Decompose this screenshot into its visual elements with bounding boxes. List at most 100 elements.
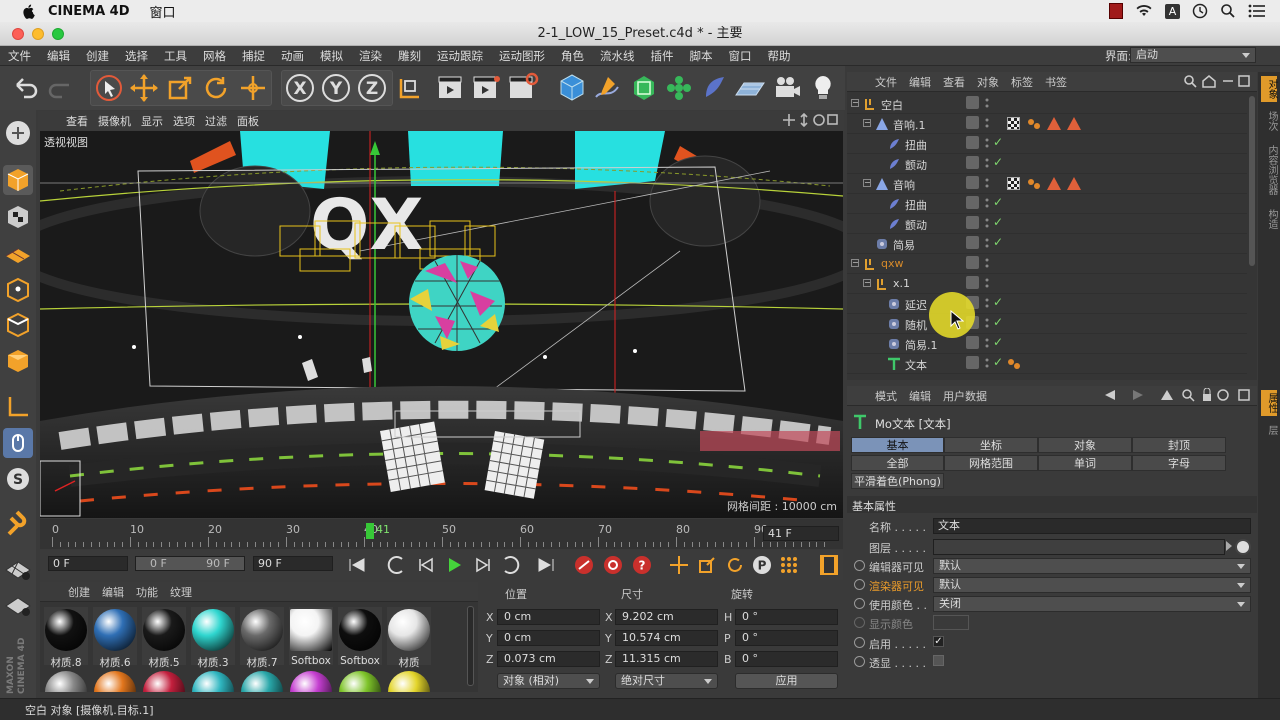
snap-icon[interactable]: S bbox=[3, 464, 33, 494]
visibility-dots-icon[interactable] bbox=[985, 237, 989, 249]
viewport-menu-options[interactable]: 选项 bbox=[173, 113, 195, 129]
object-tree-scrollbar[interactable] bbox=[1249, 96, 1255, 266]
rotate-tool-icon[interactable] bbox=[199, 71, 233, 105]
layer-color-icon[interactable] bbox=[966, 96, 979, 109]
c4d-status-icon[interactable] bbox=[1109, 3, 1123, 19]
layer-field[interactable] bbox=[933, 539, 1225, 555]
x-axis-lock-icon[interactable]: X bbox=[283, 71, 317, 105]
material-swatch[interactable]: 材质.7 bbox=[240, 607, 284, 669]
undo-icon[interactable] bbox=[9, 71, 43, 105]
enabled-check-icon[interactable]: ✓ bbox=[993, 295, 1003, 309]
apple-icon[interactable] bbox=[20, 3, 38, 19]
rotation-p-field[interactable]: 0 ° bbox=[735, 630, 838, 646]
position-x-field[interactable]: 0 cm bbox=[497, 609, 600, 625]
layer-color-icon[interactable] bbox=[966, 356, 979, 369]
material-swatch[interactable]: Softbox bbox=[338, 607, 382, 667]
tab-all[interactable]: 全部 bbox=[851, 455, 944, 471]
material-menu-create[interactable]: 创建 bbox=[68, 584, 90, 600]
selection-tag-icon[interactable] bbox=[1027, 178, 1041, 190]
layer-color-icon[interactable] bbox=[966, 176, 979, 189]
layer-color-icon[interactable] bbox=[966, 196, 979, 209]
material-menu-edit[interactable]: 编辑 bbox=[102, 584, 124, 600]
phong-tag-icon[interactable] bbox=[1067, 177, 1081, 190]
layer-color-icon[interactable] bbox=[966, 256, 979, 269]
menu-mesh[interactable]: 网格 bbox=[195, 48, 234, 64]
expand-toggle-icon[interactable]: − bbox=[851, 99, 859, 107]
material-swatch[interactable]: 材质.6 bbox=[93, 607, 137, 669]
redo-icon[interactable] bbox=[43, 71, 77, 105]
edges-mode-icon[interactable] bbox=[3, 310, 33, 340]
texture-tag-icon[interactable] bbox=[1007, 117, 1020, 130]
camera-icon[interactable] bbox=[770, 71, 804, 105]
render-view-icon[interactable] bbox=[435, 71, 469, 105]
enabled-check-icon[interactable]: ✓ bbox=[993, 135, 1003, 149]
apply-button[interactable]: 应用 bbox=[735, 673, 838, 689]
object-row[interactable]: 随机 ✓ bbox=[847, 314, 1247, 334]
layer-color-icon[interactable] bbox=[966, 116, 979, 129]
xray-checkbox[interactable] bbox=[933, 655, 944, 666]
objects-menu-bookmarks[interactable]: 书签 bbox=[1045, 74, 1067, 90]
select-tool-icon[interactable] bbox=[92, 71, 126, 105]
go-to-end-icon[interactable] bbox=[534, 555, 558, 575]
name-field[interactable]: 文本 bbox=[933, 518, 1251, 534]
editor-visible-dropdown[interactable]: 默认 bbox=[933, 558, 1251, 574]
visibility-dots-icon[interactable] bbox=[985, 217, 989, 229]
object-row[interactable]: 简易.1 ✓ bbox=[847, 334, 1247, 354]
next-frame-icon[interactable] bbox=[470, 555, 494, 575]
object-name[interactable]: 扭曲 bbox=[905, 137, 927, 153]
autokey-icon[interactable] bbox=[602, 554, 624, 576]
menu-file[interactable]: 文件 bbox=[0, 48, 39, 64]
menu-simulate[interactable]: 模拟 bbox=[312, 48, 351, 64]
enabled-check-icon[interactable]: ✓ bbox=[993, 195, 1003, 209]
menu-script[interactable]: 脚本 bbox=[682, 48, 721, 64]
layer-color-icon[interactable] bbox=[966, 136, 979, 149]
tab-basic[interactable]: 基本 bbox=[851, 437, 944, 453]
menu-select[interactable]: 选择 bbox=[117, 48, 156, 64]
use-color-dropdown[interactable]: 关闭 bbox=[933, 596, 1251, 612]
object-row[interactable]: 颤动 ✓ bbox=[847, 154, 1247, 174]
timeline-window-icon[interactable] bbox=[818, 553, 840, 577]
play-icon[interactable] bbox=[442, 555, 466, 575]
object-name[interactable]: 简易.1 bbox=[905, 337, 938, 353]
visibility-dots-icon[interactable] bbox=[985, 277, 989, 289]
app-menu[interactable]: CINEMA 4D bbox=[48, 4, 130, 19]
model-mode-icon[interactable] bbox=[3, 165, 33, 195]
coordinate-mode-dropdown[interactable]: 对象 (相对) bbox=[497, 673, 600, 689]
layer-picker-icon[interactable] bbox=[1235, 539, 1251, 555]
z-axis-lock-icon[interactable]: Z bbox=[355, 71, 389, 105]
current-frame-field[interactable]: 41 F bbox=[763, 526, 839, 541]
side-tab-content-browser[interactable]: 内容浏览器 bbox=[1261, 142, 1277, 198]
objects-menu-tags[interactable]: 标签 bbox=[1011, 74, 1033, 90]
end-frame-field[interactable]: 90 F bbox=[253, 556, 333, 571]
visibility-dots-icon[interactable] bbox=[985, 297, 989, 309]
object-name[interactable]: 颤动 bbox=[905, 217, 927, 233]
expand-toggle-icon[interactable]: − bbox=[863, 119, 871, 127]
object-name[interactable]: x.1 bbox=[893, 277, 910, 290]
material-swatch[interactable]: 材质 bbox=[387, 607, 431, 669]
material-swatch[interactable] bbox=[45, 671, 87, 692]
mograph-cloner-icon[interactable] bbox=[662, 71, 696, 105]
light-icon[interactable] bbox=[806, 71, 840, 105]
menu-tools[interactable]: 工具 bbox=[156, 48, 195, 64]
attr-nav-icons[interactable] bbox=[1103, 388, 1253, 402]
move-tool-icon[interactable] bbox=[127, 71, 161, 105]
expand-toggle-icon[interactable]: − bbox=[851, 259, 859, 267]
clock-icon[interactable] bbox=[1192, 3, 1208, 19]
material-swatch[interactable]: 材质.3 bbox=[191, 607, 235, 669]
object-name[interactable]: 文本 bbox=[905, 357, 927, 373]
material-menu-texture[interactable]: 纹理 bbox=[170, 584, 192, 600]
use-color-radio[interactable] bbox=[854, 598, 865, 609]
layout-dropdown[interactable]: 启动 bbox=[1130, 47, 1256, 63]
visibility-dots-icon[interactable] bbox=[985, 197, 989, 209]
side-tab-attributes[interactable]: 属性 bbox=[1261, 390, 1277, 416]
texture-tag-icon[interactable] bbox=[1007, 177, 1020, 190]
layer-arrow-icon[interactable] bbox=[1226, 541, 1232, 551]
pen-spline-icon[interactable] bbox=[590, 71, 624, 105]
close-window-button[interactable] bbox=[12, 28, 24, 40]
layer-color-icon[interactable] bbox=[966, 156, 979, 169]
object-row[interactable]: 颤动 ✓ bbox=[847, 214, 1247, 234]
phong-tag-icon[interactable] bbox=[1047, 177, 1061, 190]
object-row[interactable]: − x.1 bbox=[847, 274, 1247, 294]
tab-grid-range[interactable]: 网格范围 bbox=[944, 455, 1038, 471]
visibility-dots-icon[interactable] bbox=[985, 357, 989, 369]
